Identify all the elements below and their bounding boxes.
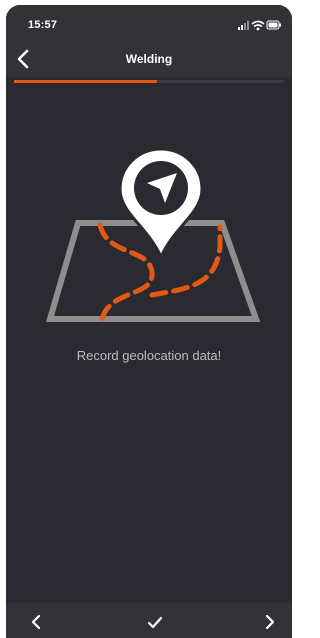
footer-toolbar bbox=[6, 603, 292, 638]
next-button[interactable] bbox=[256, 609, 282, 635]
page-title: Welding bbox=[125, 52, 173, 66]
status-time: 15:57 bbox=[28, 19, 58, 31]
app-screen: 15:57 Welding Record geolocation data! bbox=[6, 5, 292, 638]
wifi-icon bbox=[251, 20, 265, 31]
location-pin-icon bbox=[118, 147, 204, 261]
confirm-button[interactable] bbox=[142, 609, 168, 635]
instruction-message: Record geolocation data! bbox=[76, 348, 222, 363]
progress-bar bbox=[14, 80, 284, 83]
map-location-pin-icon bbox=[46, 147, 261, 322]
previous-button[interactable] bbox=[24, 609, 50, 635]
battery-icon bbox=[266, 20, 281, 30]
navigation-bar: Welding bbox=[6, 41, 292, 77]
status-bar: 15:57 bbox=[6, 5, 292, 41]
status-icons bbox=[238, 18, 282, 31]
next-chevron-icon bbox=[265, 614, 275, 630]
map-location-illustration bbox=[44, 147, 262, 327]
progress-bar-fill bbox=[14, 80, 158, 83]
cellular-signal-icon bbox=[238, 21, 249, 30]
checkmark-icon bbox=[147, 616, 163, 629]
dashed-route bbox=[97, 222, 155, 322]
previous-chevron-icon bbox=[31, 614, 41, 630]
